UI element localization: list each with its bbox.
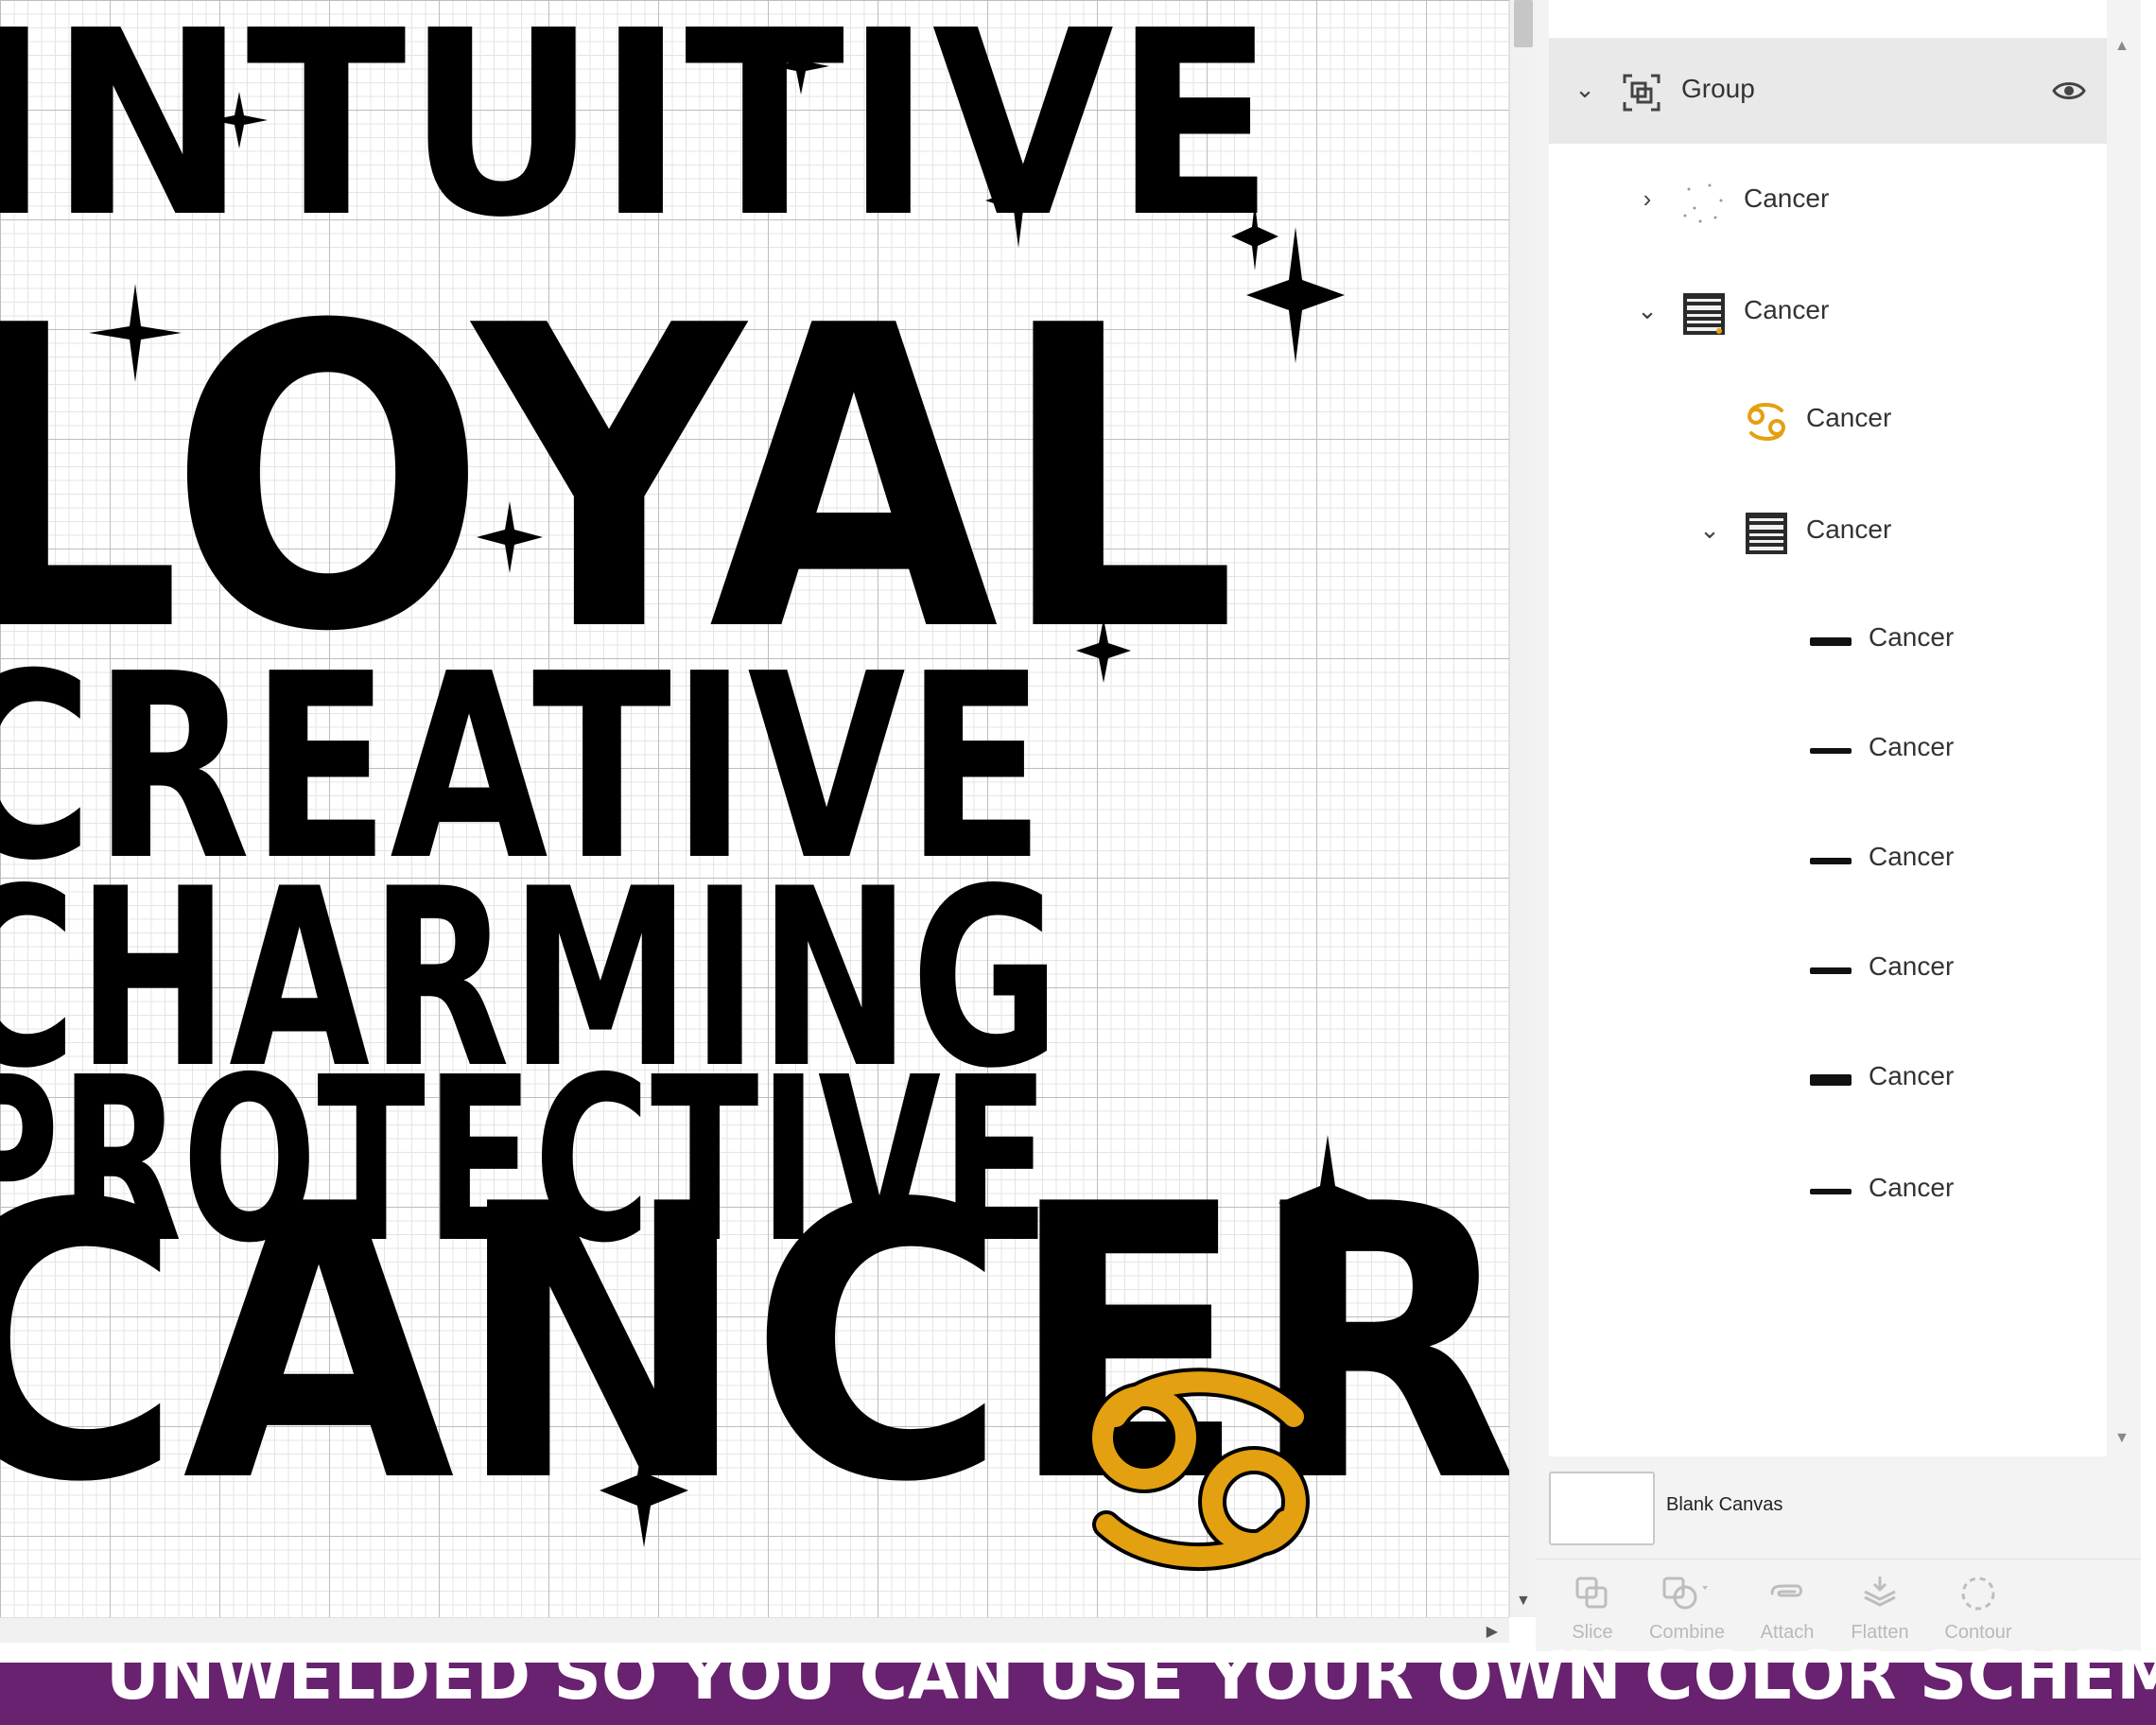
design-canvas[interactable]: INTUITIVE LOYAL CREATIVE CHARMING PROTEC…: [0, 0, 1509, 1617]
panel-header: [1549, 0, 2107, 29]
scroll-down-arrow-icon[interactable]: ▼: [2114, 1430, 2130, 1447]
layer-row[interactable]: Cancer: [1549, 1025, 2107, 1131]
layer-row[interactable]: Cancer: [1549, 586, 2107, 692]
contour-button[interactable]: Contour: [1933, 1567, 2024, 1647]
layer-group-row[interactable]: ⌄ Group: [1549, 38, 2107, 144]
artwork-words: INTUITIVE LOYAL CREATIVE CHARMING PROTEC…: [0, 0, 1509, 1565]
contour-icon: [1961, 1577, 1995, 1611]
layer-row[interactable]: ⌄ Cancer: [1549, 259, 2107, 365]
canvas-label: Blank Canvas: [1666, 1494, 1783, 1515]
layers-panel: ⌄ Group › Cancer ⌄ Cancer Cancer ⌄ Cance…: [1536, 0, 2141, 1651]
design-thumbnail: [1683, 293, 1725, 335]
layers-scrollbar[interactable]: ▲ ▼: [2107, 28, 2141, 1456]
layer-row[interactable]: ⌄ Cancer: [1549, 479, 2107, 584]
blank-canvas-row[interactable]: Blank Canvas: [1549, 1466, 2107, 1549]
layer-row[interactable]: Cancer: [1549, 1137, 2107, 1243]
layer-label: Cancer: [1744, 183, 1830, 213]
layer-label: Cancer: [1869, 1173, 1955, 1202]
layer-row[interactable]: Cancer: [1549, 367, 2107, 473]
artwork[interactable]: INTUITIVE LOYAL CREATIVE CHARMING PROTEC…: [0, 0, 1509, 1617]
combine-icon: [1662, 1577, 1708, 1610]
word-cancer-thumbnail: [1810, 637, 1852, 646]
scroll-down-arrow-icon[interactable]: ▼: [1516, 1593, 1531, 1610]
chevron-down-icon[interactable]: ⌄: [1572, 76, 1598, 102]
banner-text: UNWELDED SO YOU CAN USE YOUR OWN COLOR S…: [106, 1637, 2156, 1715]
slice-icon: [1575, 1577, 1608, 1609]
canvas-swatch[interactable]: [1549, 1472, 1655, 1545]
paperclip-icon: [1770, 1584, 1802, 1597]
chevron-down-icon[interactable]: ⌄: [1696, 516, 1723, 543]
scrollbar-thumb[interactable]: [1514, 0, 1533, 47]
layer-label: Cancer: [1869, 842, 1955, 871]
slice-button[interactable]: Slice: [1547, 1567, 1638, 1647]
layers-list: ⌄ Group › Cancer ⌄ Cancer Cancer ⌄ Cance…: [1549, 28, 2107, 1456]
word-protective-thumbnail: [1810, 1189, 1852, 1194]
layer-row[interactable]: Cancer: [1549, 915, 2107, 1021]
layer-row[interactable]: › Cancer: [1549, 148, 2107, 253]
layer-label: Cancer: [1806, 403, 1892, 432]
flatten-button[interactable]: Flatten: [1834, 1567, 1925, 1647]
flatten-icon: [1864, 1577, 1896, 1607]
word-intuitive-thumbnail: [1810, 748, 1852, 754]
word-charming-thumbnail: [1810, 858, 1852, 864]
layer-row[interactable]: Cancer: [1549, 806, 2107, 912]
sparkles-thumbnail: [1683, 183, 1723, 223]
promo-banner: UNWELDED SO YOU CAN USE YOUR OWN COLOR S…: [0, 1638, 2156, 1725]
layer-label: Cancer: [1806, 514, 1892, 544]
layer-label: Cancer: [1869, 951, 1955, 981]
cancer-symbol-thumbnail: [1747, 403, 1785, 441]
chevron-right-icon[interactable]: ›: [1634, 185, 1660, 212]
design-thumbnail: [1746, 513, 1787, 554]
layer-label: Cancer: [1869, 622, 1955, 652]
attach-button[interactable]: Attach: [1742, 1567, 1833, 1647]
layer-label: Cancer: [1869, 1061, 1955, 1090]
combine-button[interactable]: Combine: [1642, 1567, 1732, 1647]
layer-label: Group: [1681, 74, 1755, 103]
word-intuitive: INTUITIVE: [0, 0, 1275, 274]
word-creative-thumbnail: [1810, 967, 1852, 974]
word-loyal-thumbnail: [1810, 1074, 1852, 1086]
chevron-down-icon[interactable]: ⌄: [1634, 297, 1660, 323]
scroll-up-arrow-icon[interactable]: ▲: [2114, 38, 2130, 55]
layer-row[interactable]: Cancer: [1549, 696, 2107, 802]
canvas-vertical-scrollbar[interactable]: ▼: [1509, 0, 1537, 1617]
eye-icon[interactable]: [2052, 76, 2086, 106]
layer-label: Cancer: [1744, 295, 1830, 324]
layer-label: Cancer: [1869, 732, 1955, 761]
group-icon: [1623, 74, 1660, 112]
